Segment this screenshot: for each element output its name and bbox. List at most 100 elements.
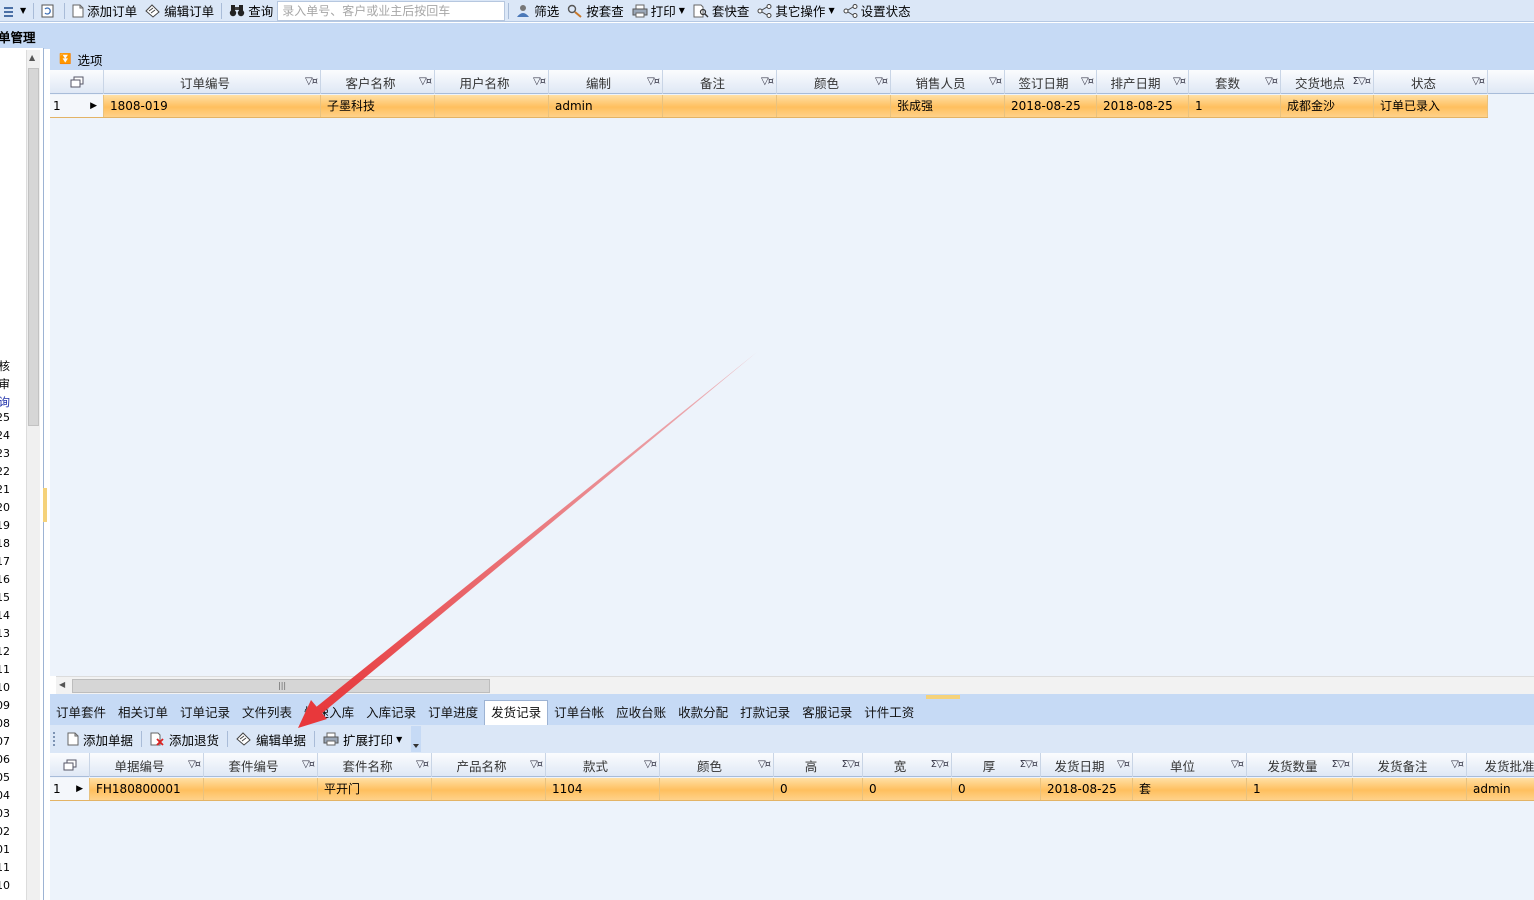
- shipping-header-col-11[interactable]: 发货数量 Σ▽¤: [1247, 753, 1353, 777]
- orders-header-col-3[interactable]: 编制 ▽¤: [549, 70, 663, 94]
- filter-pin-icon[interactable]: ▽¤: [419, 76, 432, 87]
- scrollbar-thumb[interactable]: [28, 68, 39, 426]
- ext-print-button[interactable]: 扩展打印 ▼: [318, 730, 407, 749]
- left-list-item[interactable]: 04: [0, 789, 10, 802]
- tab-7[interactable]: 发货记录: [484, 700, 549, 725]
- left-vertical-scrollbar[interactable]: ▲: [26, 50, 40, 900]
- add-return-button[interactable]: 添加退货: [145, 730, 224, 749]
- shipping-cell-col-1[interactable]: [204, 778, 318, 800]
- shipping-header-col-12[interactable]: 发货备注 ▽¤: [1353, 753, 1467, 777]
- orders-header-col-9[interactable]: 套数 ▽¤: [1189, 70, 1281, 94]
- options-bar[interactable]: ⏬ 选项: [50, 49, 1534, 70]
- orders-cell-col-1[interactable]: 子墨科技: [321, 95, 435, 117]
- orders-header-col-10[interactable]: 交货地点 Σ▽¤: [1281, 70, 1374, 94]
- double-chevron-down-icon[interactable]: ⏬: [59, 54, 71, 65]
- tab-2[interactable]: 订单记录: [174, 701, 236, 725]
- left-list-item[interactable]: 21: [0, 483, 10, 496]
- orders-header-col-7[interactable]: 签订日期 ▽¤: [1005, 70, 1097, 94]
- left-list-item[interactable]: 15: [0, 591, 10, 604]
- shipping-header-col-3[interactable]: 产品名称 ▽¤: [432, 753, 546, 777]
- other-ops-button[interactable]: 其它操作 ▼: [753, 1, 838, 21]
- filter-pin-icon[interactable]: Σ▽¤: [842, 759, 860, 770]
- table-row[interactable]: 1 ▶ FH180800001 平开门 1104 0 0 0 2018-08-25 套 1 admin: [50, 778, 1534, 801]
- left-list-item[interactable]: 23: [0, 447, 10, 460]
- scroll-up-icon[interactable]: ▲: [29, 53, 35, 62]
- left-list-item[interactable]: 06: [0, 753, 10, 766]
- shipping-cell-col-10[interactable]: 套: [1133, 778, 1247, 800]
- shipping-cell-col-5[interactable]: [660, 778, 774, 800]
- left-list-item[interactable]: 24: [0, 429, 10, 442]
- tab-9[interactable]: 应收台账: [610, 701, 672, 725]
- filter-pin-icon[interactable]: ▽¤: [302, 759, 315, 770]
- set-status-button[interactable]: 设置状态: [839, 1, 915, 21]
- filter-pin-icon[interactable]: ▽¤: [305, 76, 318, 87]
- filter-pin-icon[interactable]: ▽¤: [1081, 76, 1094, 87]
- filter-pin-icon[interactable]: ▽¤: [761, 76, 774, 87]
- orders-header-col-2[interactable]: 用户名称 ▽¤: [435, 70, 549, 94]
- left-label-audit[interactable]: 核: [0, 357, 10, 375]
- orders-cell-col-9[interactable]: 1: [1189, 95, 1281, 117]
- add-order-button[interactable]: 添加订单: [68, 1, 141, 21]
- tab-12[interactable]: 客服记录: [796, 701, 858, 725]
- filter-pin-icon[interactable]: Σ▽¤: [1332, 759, 1350, 770]
- shipping-header-col-4[interactable]: 款式 ▽¤: [546, 753, 660, 777]
- shipping-header-col-1[interactable]: 套件编号 ▽¤: [204, 753, 318, 777]
- tab-11[interactable]: 打款记录: [734, 701, 796, 725]
- shipping-header-col-2[interactable]: 套件名称 ▽¤: [318, 753, 432, 777]
- left-list-item[interactable]: 12: [0, 645, 10, 658]
- orders-header-col-0[interactable]: 订单编号 ▽¤: [104, 70, 321, 94]
- shipping-header-col-10[interactable]: 单位 ▽¤: [1133, 753, 1247, 777]
- filter-pin-icon[interactable]: ▽¤: [875, 76, 888, 87]
- left-list-item[interactable]: 20: [0, 501, 10, 514]
- filter-pin-icon[interactable]: Σ▽¤: [1020, 759, 1038, 770]
- filter-pin-icon[interactable]: Σ▽¤: [931, 759, 949, 770]
- shipping-cell-col-7[interactable]: 0: [863, 778, 952, 800]
- left-list-item[interactable]: 11: [0, 663, 10, 676]
- query-button[interactable]: 查询: [225, 1, 277, 21]
- shipping-cell-col-3[interactable]: [432, 778, 546, 800]
- left-list-item[interactable]: 01: [0, 843, 10, 856]
- orders-header-col-4[interactable]: 备注 ▽¤: [663, 70, 777, 94]
- shipping-cell-col-6[interactable]: 0: [774, 778, 863, 800]
- left-list-item[interactable]: 13: [0, 627, 10, 640]
- quick-check-button[interactable]: 套快查: [689, 1, 754, 21]
- filter-pin-icon[interactable]: ▽¤: [647, 76, 660, 87]
- orders-cell-col-10[interactable]: 成都金沙: [1281, 95, 1374, 117]
- left-label-inquiry[interactable]: 询: [0, 393, 10, 411]
- splitter-handle[interactable]: [926, 695, 960, 699]
- orders-header-col-1[interactable]: 客户名称 ▽¤: [321, 70, 435, 94]
- filter-pin-icon[interactable]: ▽¤: [1472, 76, 1485, 87]
- toolbar-grip[interactable]: [53, 732, 56, 746]
- search-input[interactable]: [277, 0, 506, 21]
- view-dropdown-button[interactable]: ▼: [0, 1, 30, 21]
- tab-0[interactable]: 订单套件: [50, 701, 112, 725]
- left-list-item[interactable]: 05: [0, 771, 10, 784]
- print-button[interactable]: 打印 ▼: [628, 1, 689, 21]
- filter-pin-icon[interactable]: ▽¤: [989, 76, 1002, 87]
- orders-cell-col-2[interactable]: [435, 95, 549, 117]
- filter-pin-icon[interactable]: ▽¤: [1173, 76, 1186, 87]
- orders-header-col-11[interactable]: 状态 ▽¤: [1374, 70, 1488, 94]
- add-doc-button[interactable]: 添加单据: [62, 730, 138, 749]
- shipping-header-col-8[interactable]: 厚 Σ▽¤: [952, 753, 1041, 777]
- orders-cell-col-0[interactable]: 1808-019: [104, 95, 321, 117]
- shipping-cell-col-2[interactable]: 平开门: [318, 778, 432, 800]
- filter-pin-icon[interactable]: Σ▽¤: [1353, 76, 1371, 87]
- left-list-item[interactable]: 02: [0, 825, 10, 838]
- left-list-item[interactable]: 25: [0, 411, 10, 424]
- orders-cell-col-6[interactable]: 张成强: [891, 95, 1005, 117]
- left-list-item[interactable]: 09: [0, 699, 10, 712]
- orders-header-col-5[interactable]: 颜色 ▽¤: [777, 70, 891, 94]
- filter-pin-icon[interactable]: ▽¤: [1231, 759, 1244, 770]
- toolbar-overflow-button[interactable]: [411, 726, 422, 752]
- scroll-left-icon[interactable]: ◀: [59, 680, 65, 689]
- vertical-splitter-handle[interactable]: [43, 488, 47, 522]
- scrollbar-thumb[interactable]: |||: [72, 679, 490, 693]
- orders-horizontal-scrollbar[interactable]: ◀ |||: [56, 676, 1534, 694]
- left-list-item[interactable]: 16: [0, 573, 10, 586]
- filter-pin-icon[interactable]: ▽¤: [644, 759, 657, 770]
- left-list-item[interactable]: 18: [0, 537, 10, 550]
- shipping-header-col-5[interactable]: 颜色 ▽¤: [660, 753, 774, 777]
- filter-button[interactable]: 筛选: [512, 1, 563, 21]
- shipping-cell-col-12[interactable]: [1353, 778, 1467, 800]
